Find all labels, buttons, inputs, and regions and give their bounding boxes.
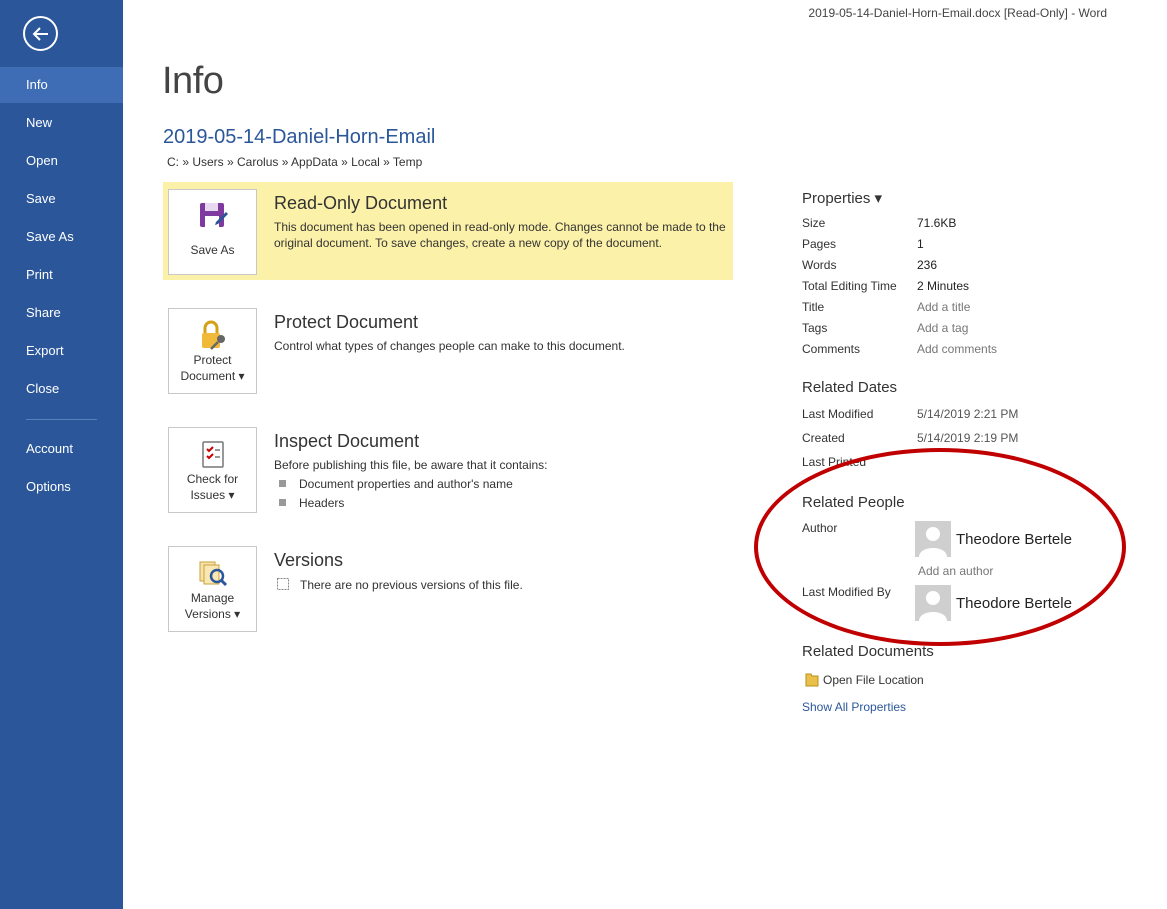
bullet-square-icon — [279, 499, 286, 506]
protect-section: Protect Document ▾ Protect Document Cont… — [163, 301, 733, 401]
prop-label-pages: Pages — [802, 237, 837, 251]
author-name[interactable]: Theodore Bertele — [956, 531, 1072, 548]
readonly-heading: Read-Only Document — [274, 193, 448, 213]
manage-versions-button-line2: Versions ▾ — [184, 607, 241, 621]
nav-item-open[interactable]: Open — [0, 143, 123, 179]
prop-value-pages: 1 — [917, 237, 924, 251]
readonly-description: This document has been opened in read-on… — [274, 220, 726, 250]
author-label: Author — [802, 521, 838, 535]
inspect-description: Before publishing this file, be aware th… — [274, 458, 548, 472]
last-modified-by-label: Last Modified By — [802, 585, 891, 599]
nav-item-account[interactable]: Account — [0, 431, 123, 467]
check-issues-button-line1: Check for — [186, 472, 239, 486]
prop-label-words: Words — [802, 258, 837, 272]
page-title: Info — [162, 60, 224, 102]
back-arrow-icon — [32, 27, 48, 41]
protect-description: Control what types of changes people can… — [274, 339, 625, 353]
nav-item-share[interactable]: Share — [0, 295, 123, 331]
related-dates-heading: Related Dates — [802, 379, 898, 396]
date-label-last-modified: Last Modified — [802, 407, 874, 421]
prop-comments-field[interactable]: Add comments — [917, 342, 997, 356]
protect-button-line1: Protect — [193, 353, 232, 367]
prop-value-size: 71.6KB — [917, 216, 957, 230]
nav-item-info[interactable]: Info — [0, 67, 123, 103]
backstage-sidebar: Info New Open Save Save As Print Share E… — [0, 0, 123, 909]
nav-item-save-as[interactable]: Save As — [0, 219, 123, 255]
nav-item-print[interactable]: Print — [0, 257, 123, 293]
nav-divider — [26, 419, 97, 420]
file-path-breadcrumb[interactable]: C: » Users » Carolus » AppData » Local »… — [167, 155, 422, 169]
protect-button-line2: Document ▾ — [180, 369, 245, 383]
readonly-section: Save As Read-Only Document This document… — [163, 182, 733, 280]
inspect-bullet-text: Document properties and author's name — [299, 477, 513, 491]
last-modified-by-name[interactable]: Theodore Bertele — [956, 595, 1072, 612]
check-for-issues-button[interactable]: Check for Issues ▾ — [168, 427, 257, 513]
prop-label-comments: Comments — [802, 342, 861, 356]
versions-heading: Versions — [274, 550, 344, 570]
last-modified-by-avatar — [915, 585, 951, 621]
person-icon — [919, 527, 947, 557]
manage-versions-button[interactable]: Manage Versions ▾ — [168, 546, 257, 632]
date-label-created: Created — [802, 431, 845, 445]
versions-description: There are no previous versions of this f… — [300, 578, 523, 592]
inspect-bullet-text: Headers — [299, 496, 345, 510]
related-documents-heading: Related Documents — [802, 643, 934, 660]
author-avatar — [915, 521, 951, 557]
prop-value-words: 236 — [917, 258, 938, 272]
checklist-icon — [202, 441, 224, 468]
protect-document-button[interactable]: Protect Document ▾ — [168, 308, 257, 394]
date-value-created: 5/14/2019 2:19 PM — [917, 431, 1019, 445]
open-file-location-link[interactable]: Open File Location — [823, 673, 924, 687]
prop-tags-field[interactable]: Add a tag — [917, 321, 968, 335]
inspect-section: Check for Issues ▾ Inspect Document Befo… — [163, 420, 733, 520]
related-people-heading: Related People — [802, 494, 905, 511]
versions-section: Manage Versions ▾ Versions There are no … — [163, 539, 733, 639]
save-as-button-label: Save As — [190, 243, 235, 257]
window-title: 2019-05-14-Daniel-Horn-Email.docx [Read-… — [808, 6, 1107, 20]
nav-item-export[interactable]: Export — [0, 333, 123, 369]
manage-versions-button-line1: Manage — [190, 591, 235, 605]
lock-key-icon — [202, 320, 225, 350]
date-value-last-modified: 5/14/2019 2:21 PM — [917, 407, 1019, 421]
versions-document-icon — [277, 578, 289, 590]
prop-title-field[interactable]: Add a title — [917, 300, 970, 314]
manage-versions-icon — [199, 561, 228, 587]
prop-label-tags: Tags — [802, 321, 828, 335]
save-as-button[interactable]: Save As — [168, 189, 257, 275]
date-label-last-printed: Last Printed — [802, 455, 867, 469]
prop-value-editing-time: 2 Minutes — [917, 279, 970, 293]
person-icon — [919, 591, 947, 621]
prop-label-editing-time: Total Editing Time — [802, 279, 897, 293]
save-as-icon — [200, 203, 228, 227]
show-all-properties-link[interactable]: Show All Properties — [802, 700, 906, 714]
nav-item-options[interactable]: Options — [0, 469, 123, 505]
bullet-square-icon — [279, 480, 286, 487]
nav-item-new[interactable]: New — [0, 105, 123, 141]
document-name: 2019-05-14-Daniel-Horn-Email — [163, 126, 436, 148]
folder-icon — [805, 673, 819, 687]
protect-heading: Protect Document — [274, 312, 419, 332]
properties-heading[interactable]: Properties ▾ — [802, 189, 882, 207]
prop-label-title: Title — [802, 300, 825, 314]
prop-label-size: Size — [802, 216, 826, 230]
add-author-link[interactable]: Add an author — [918, 564, 993, 578]
back-button[interactable] — [23, 16, 58, 51]
nav-item-close[interactable]: Close — [0, 371, 123, 407]
nav-item-save[interactable]: Save — [0, 181, 123, 217]
check-issues-button-line2: Issues ▾ — [190, 488, 235, 502]
inspect-heading: Inspect Document — [274, 431, 420, 451]
